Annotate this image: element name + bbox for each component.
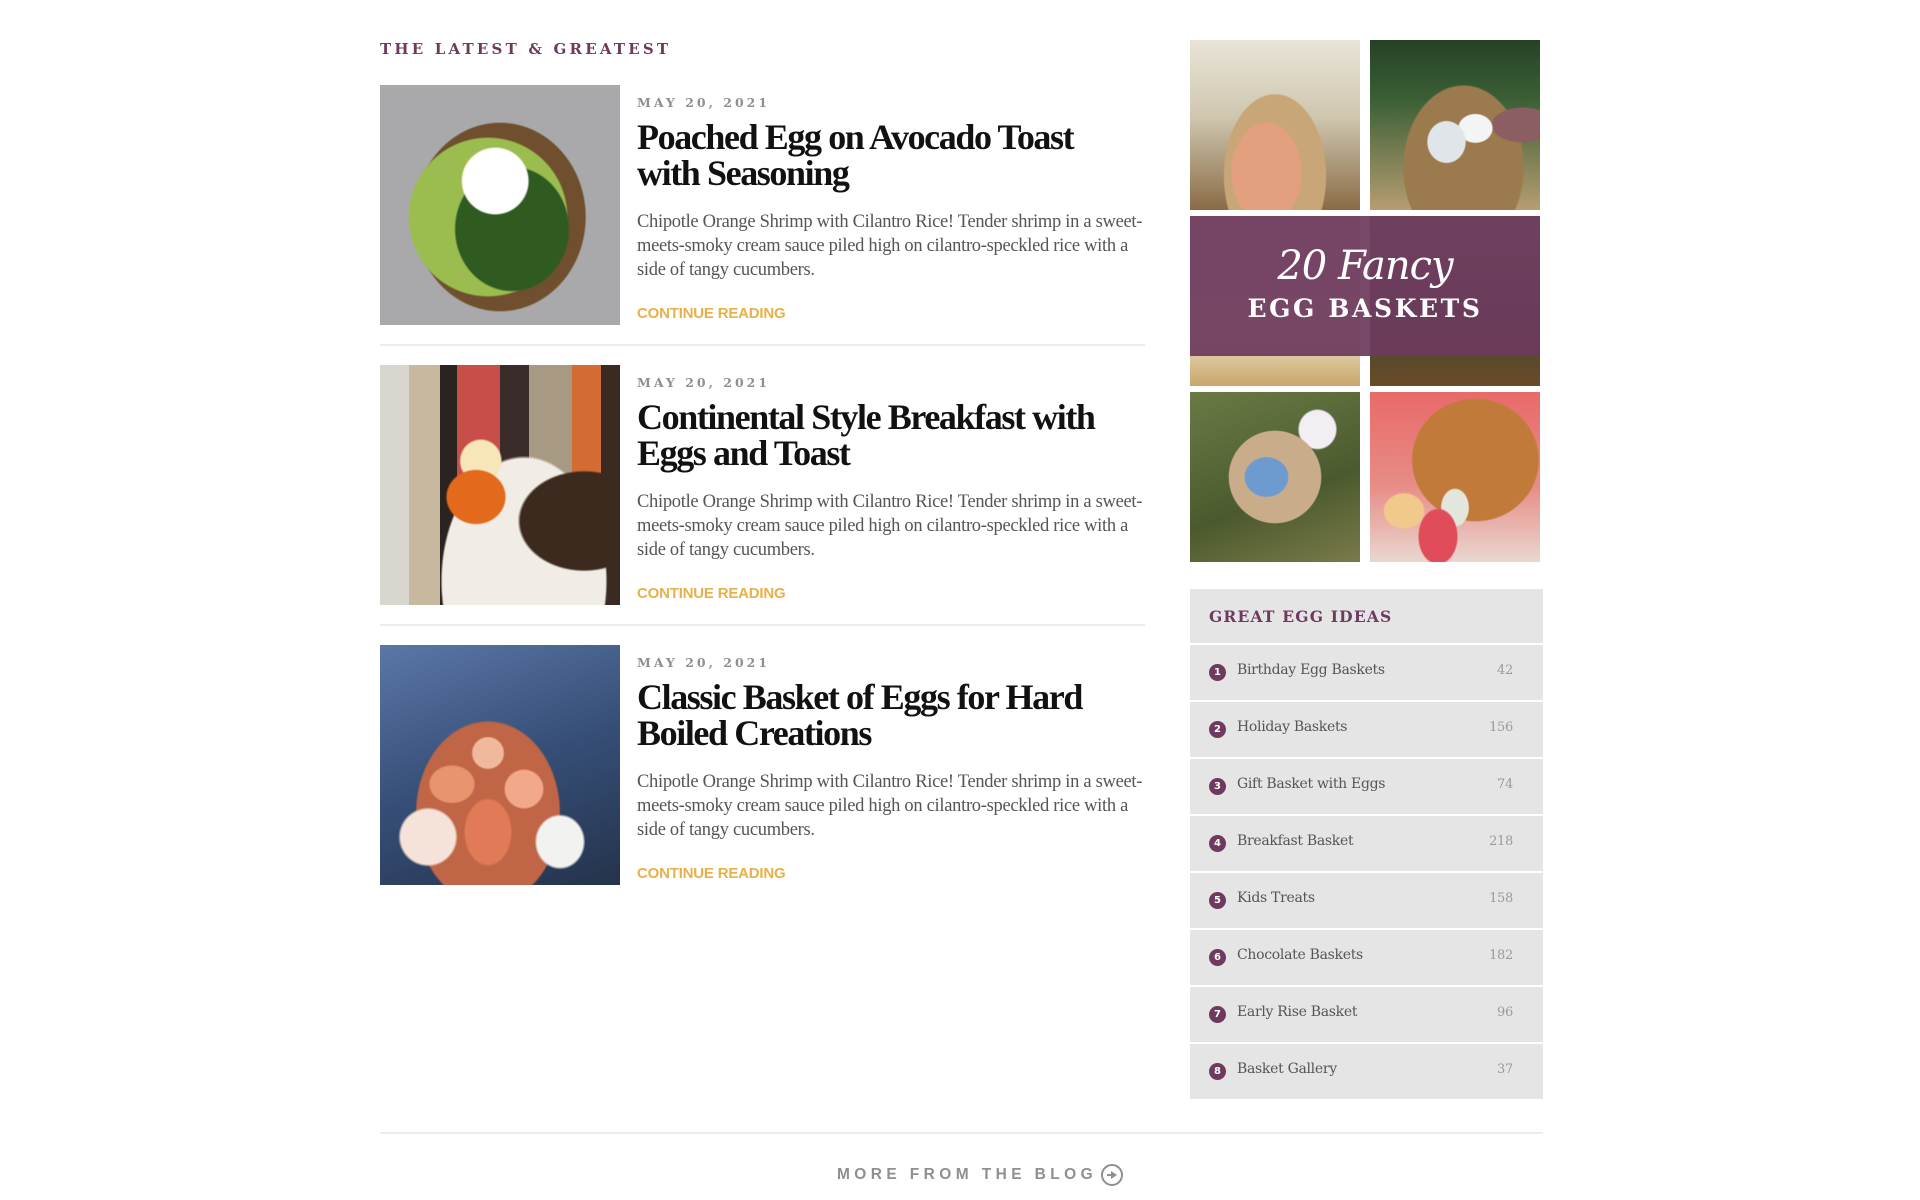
number-badge-icon: 5 — [1209, 892, 1226, 909]
post-item: MAY 20, 2021 Poached Egg on Avocado Toas… — [380, 85, 1145, 325]
widget-list-item[interactable]: 3 Gift Basket with Eggs 74 — [1190, 759, 1543, 814]
continue-reading-link[interactable]: CONTINUE READING — [637, 305, 786, 322]
promo-script-line: 20 Fancy — [1277, 243, 1453, 289]
widget-list-item[interactable]: 4 Breakfast Basket 218 — [1190, 816, 1543, 871]
widget-list-item[interactable]: 7 Early Rise Basket 96 — [1190, 987, 1543, 1042]
number-badge-icon: 2 — [1209, 721, 1226, 738]
widget-list-item[interactable]: 6 Chocolate Baskets 182 — [1190, 930, 1543, 985]
widget-item-count: 96 — [1497, 1005, 1513, 1020]
widget-list-item[interactable]: 2 Holiday Baskets 156 — [1190, 702, 1543, 757]
widget-title: GREAT EGG IDEAS — [1209, 607, 1393, 626]
number-badge-icon: 3 — [1209, 778, 1226, 795]
promo-title-line: EGG BASKETS — [1247, 294, 1483, 323]
widget-list-item[interactable]: 5 Kids Treats 158 — [1190, 873, 1543, 928]
post-thumbnail[interactable] — [380, 645, 620, 885]
promo-image-chick-basket[interactable] — [1190, 40, 1360, 210]
post-item: MAY 20, 2021 Classic Basket of Eggs for … — [380, 645, 1145, 885]
post-excerpt: Chipotle Orange Shrimp with Cilantro Ric… — [637, 212, 1143, 280]
widget-item-count: 42 — [1497, 663, 1513, 678]
widget-item-label[interactable]: Basket Gallery — [1237, 1061, 1337, 1077]
widget-item-count: 74 — [1497, 777, 1513, 792]
post-divider — [380, 344, 1145, 346]
post-item: MAY 20, 2021 Continental Style Breakfast… — [380, 365, 1145, 605]
post-divider — [380, 624, 1145, 626]
number-badge-icon: 8 — [1209, 1063, 1226, 1080]
widget-item-label[interactable]: Holiday Baskets — [1237, 719, 1347, 735]
section-title: THE LATEST & GREATEST — [380, 40, 672, 58]
widget-item-label[interactable]: Early Rise Basket — [1237, 1004, 1357, 1020]
continue-reading-link[interactable]: CONTINUE READING — [637, 585, 786, 602]
more-from-blog-label: MORE FROM THE BLOG — [837, 1166, 1098, 1183]
promo-banner[interactable]: 20 Fancy EGG BASKETS — [1190, 216, 1540, 356]
more-from-blog-link[interactable]: MORE FROM THE BLOG — [837, 1164, 1124, 1186]
widget-item-label[interactable]: Breakfast Basket — [1237, 833, 1354, 849]
post-excerpt: Chipotle Orange Shrimp with Cilantro Ric… — [637, 492, 1143, 560]
continue-reading-link[interactable]: CONTINUE READING — [637, 865, 786, 882]
footer-divider — [380, 1132, 1543, 1134]
widget-item-count: 218 — [1489, 834, 1513, 849]
post-title[interactable]: Classic Basket of Eggs for Hard Boiled C… — [637, 679, 1107, 751]
widget-item-label[interactable]: Kids Treats — [1237, 890, 1315, 906]
promo-image-easter-eggs[interactable] — [1190, 392, 1360, 562]
widget-item-count: 37 — [1497, 1062, 1513, 1077]
widget-item-count: 158 — [1489, 891, 1513, 906]
post-date: MAY 20, 2021 — [637, 655, 771, 670]
number-badge-icon: 1 — [1209, 664, 1226, 681]
post-thumbnail[interactable] — [380, 365, 620, 605]
post-thumbnail[interactable] — [380, 85, 620, 325]
widget-list-item[interactable]: 1 Birthday Egg Baskets 42 — [1190, 645, 1543, 700]
number-badge-icon: 6 — [1209, 949, 1226, 966]
widget-list-item[interactable]: 8 Basket Gallery 37 — [1190, 1044, 1543, 1099]
widget-item-label[interactable]: Birthday Egg Baskets — [1237, 662, 1385, 678]
arrow-circle-right-icon — [1101, 1164, 1124, 1186]
number-badge-icon: 4 — [1209, 835, 1226, 852]
post-title[interactable]: Poached Egg on Avocado Toast with Season… — [637, 119, 1107, 191]
widget-item-label[interactable]: Gift Basket with Eggs — [1237, 776, 1385, 792]
post-date: MAY 20, 2021 — [637, 95, 771, 110]
great-egg-ideas-widget: GREAT EGG IDEAS 1 Birthday Egg Baskets 4… — [1190, 589, 1543, 1099]
widget-header: GREAT EGG IDEAS — [1190, 589, 1543, 643]
promo-image-tipped-basket[interactable] — [1370, 392, 1540, 562]
post-title[interactable]: Continental Style Breakfast with Eggs an… — [637, 399, 1107, 471]
post-excerpt: Chipotle Orange Shrimp with Cilantro Ric… — [637, 772, 1143, 840]
widget-item-count: 156 — [1489, 720, 1513, 735]
widget-item-label[interactable]: Chocolate Baskets — [1237, 947, 1363, 963]
widget-item-count: 182 — [1489, 948, 1513, 963]
promo-image-blue-eggs[interactable] — [1370, 40, 1540, 210]
post-date: MAY 20, 2021 — [637, 375, 771, 390]
number-badge-icon: 7 — [1209, 1006, 1226, 1023]
